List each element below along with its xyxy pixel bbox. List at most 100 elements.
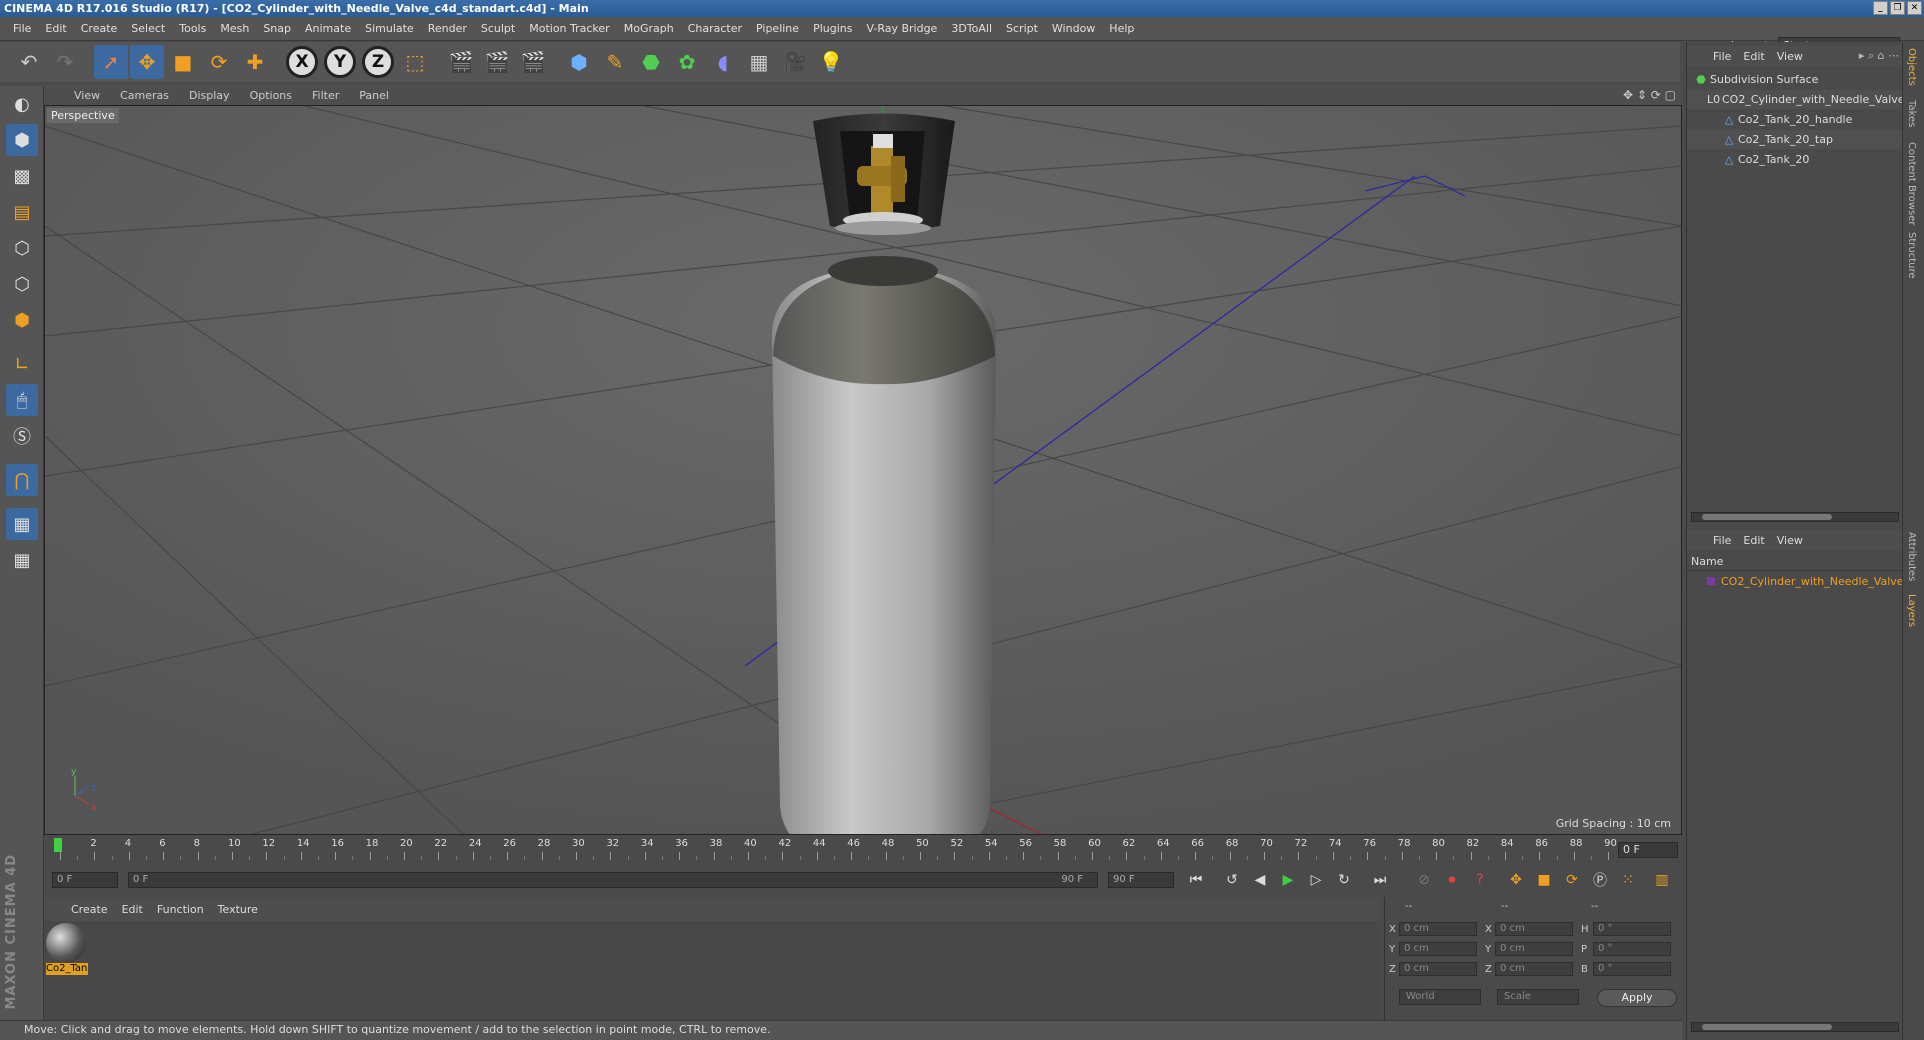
render-picture-viewer-button[interactable]: 🎬	[480, 45, 514, 79]
menu-tools[interactable]: Tools	[172, 22, 213, 35]
tab-takes[interactable]: Takes	[1906, 100, 1917, 127]
record-keys-disabled-button[interactable]: ⊘	[1412, 869, 1436, 891]
rotation-b-field[interactable]: 0 °	[1593, 962, 1671, 976]
coordinate-system-button[interactable]: ⬚	[398, 45, 432, 79]
viewport-menu-filter[interactable]: Filter	[302, 89, 349, 102]
material-swatch[interactable]: Co2_Tan	[46, 923, 88, 975]
tab-structure[interactable]: Structure	[1906, 232, 1917, 279]
menu-create[interactable]: Create	[74, 22, 125, 35]
viewport-nav-icons[interactable]: ✥ ⇕ ⟳ ▢	[1623, 88, 1676, 102]
autokeying-button[interactable]: ?	[1468, 869, 1492, 891]
timeline[interactable]: 0246810121416182022242628303234363840424…	[44, 836, 1682, 866]
menu-simulate[interactable]: Simulate	[358, 22, 421, 35]
position-z-field[interactable]: 0 cm	[1399, 962, 1477, 976]
viewport-menu-display[interactable]: Display	[179, 89, 240, 102]
material-menu-texture[interactable]: Texture	[211, 903, 265, 916]
viewport-menu-options[interactable]: Options	[240, 89, 302, 102]
move-tool-button[interactable]: ✥	[130, 45, 164, 79]
menu-edit[interactable]: Edit	[38, 22, 73, 35]
live-selection-button[interactable]: ➚	[94, 45, 128, 79]
menu-snap[interactable]: Snap	[256, 22, 298, 35]
layers-menu-file[interactable]: File	[1707, 534, 1737, 547]
render-view-button[interactable]: 🎬	[444, 45, 478, 79]
timeline-ruler[interactable]: 0246810121416182022242628303234363840424…	[54, 838, 1617, 864]
object-row-co2-cylinder[interactable]: L0 CO2_Cylinder_with_Needle_Valve	[1687, 90, 1905, 109]
tab-layers[interactable]: Layers	[1906, 594, 1917, 627]
close-button[interactable]: ✕	[1907, 1, 1922, 15]
model-mode-button[interactable]: ⬢	[6, 124, 38, 156]
size-y-field[interactable]: 0 cm	[1495, 942, 1573, 956]
workplane-lock-button[interactable]: ▦	[6, 508, 38, 540]
objects-toolbar-icons[interactable]: ▸ ⌕ ⌂ ⋯	[1859, 49, 1899, 63]
add-array-button[interactable]: ✿	[670, 45, 704, 79]
axis-mode-button[interactable]: ∟	[6, 348, 38, 380]
go-to-previous-frame-button[interactable]: ◀	[1248, 869, 1272, 891]
go-to-next-key-button[interactable]: ↻	[1332, 869, 1356, 891]
record-rotation-button[interactable]: ⟳	[1560, 869, 1584, 891]
position-y-field[interactable]: 0 cm	[1399, 942, 1477, 956]
objects-menu-view[interactable]: View	[1771, 50, 1809, 63]
render-settings-button[interactable]: 🎬	[516, 45, 550, 79]
minimize-button[interactable]: _	[1873, 1, 1888, 15]
menu-animate[interactable]: Animate	[298, 22, 358, 35]
undo-button[interactable]: ↶	[12, 45, 46, 79]
scrollbar-thumb[interactable]	[1702, 1024, 1832, 1030]
add-nurbs-button[interactable]: ⬣	[634, 45, 668, 79]
menu-window[interactable]: Window	[1045, 22, 1102, 35]
coordinate-mode-select[interactable]: World	[1399, 989, 1481, 1005]
apply-button[interactable]: Apply	[1597, 989, 1677, 1007]
menu-pipeline[interactable]: Pipeline	[749, 22, 806, 35]
objects-menu-edit[interactable]: Edit	[1737, 50, 1770, 63]
add-cube-button[interactable]: ⬢	[562, 45, 596, 79]
menu-mesh[interactable]: Mesh	[213, 22, 256, 35]
go-to-start-button[interactable]: ⏮	[1184, 869, 1208, 891]
add-deformer-button[interactable]: ◖	[706, 45, 740, 79]
timeline-window-button[interactable]: ▥	[1650, 869, 1674, 891]
record-pla-button[interactable]: ⁙	[1616, 869, 1640, 891]
y-axis-button[interactable]: Y	[324, 46, 356, 78]
material-menu-create[interactable]: Create	[64, 903, 115, 916]
go-to-previous-key-button[interactable]: ↺	[1220, 869, 1244, 891]
redo-button[interactable]: ↷	[48, 45, 82, 79]
menu-file[interactable]: File	[6, 22, 38, 35]
viewport-menu-cameras[interactable]: Cameras	[110, 89, 179, 102]
layers-menu-edit[interactable]: Edit	[1737, 534, 1770, 547]
menu-render[interactable]: Render	[421, 22, 474, 35]
timeline-playhead[interactable]	[54, 838, 62, 852]
material-menu-function[interactable]: Function	[150, 903, 211, 916]
frame-range-slider[interactable]: 0 F 90 F	[128, 872, 1098, 888]
texture-mode-button[interactable]: ▩	[6, 160, 38, 192]
menu-mograph[interactable]: MoGraph	[617, 22, 681, 35]
magnet-button[interactable]: ⋂	[6, 464, 38, 496]
add-camera-button[interactable]: 🎥	[778, 45, 812, 79]
viewport-menu-panel[interactable]: Panel	[349, 89, 399, 102]
add-spline-button[interactable]: ✎	[598, 45, 632, 79]
menu-vray-bridge[interactable]: V-Ray Bridge	[859, 22, 944, 35]
tab-objects[interactable]: Objects	[1906, 48, 1917, 86]
workplane-mode-button[interactable]: ▤	[6, 196, 38, 228]
size-x-field[interactable]: 0 cm	[1495, 922, 1573, 936]
menu-script[interactable]: Script	[999, 22, 1045, 35]
menu-help[interactable]: Help	[1102, 22, 1141, 35]
transform-tool-button[interactable]: ✚	[238, 45, 272, 79]
objects-menu-file[interactable]: File	[1707, 50, 1737, 63]
points-mode-button[interactable]: ⬡	[6, 232, 38, 264]
go-to-end-button[interactable]: ⏭	[1368, 869, 1392, 891]
object-row-tank-handle[interactable]: △ Co2_Tank_20_handle	[1687, 110, 1903, 129]
add-scene-button[interactable]: ▦	[742, 45, 776, 79]
start-frame-field[interactable]: 0 F	[52, 872, 118, 888]
end-frame-field[interactable]: 90 F	[1108, 872, 1174, 888]
tab-attributes[interactable]: Attributes	[1906, 532, 1917, 581]
viewport-menu-view[interactable]: View	[64, 89, 110, 102]
record-parameter-button[interactable]: Ⓟ	[1588, 869, 1612, 891]
scrollbar-thumb[interactable]	[1702, 514, 1832, 520]
objects-horizontal-scrollbar[interactable]	[1691, 512, 1899, 522]
layers-horizontal-scrollbar[interactable]	[1691, 1022, 1899, 1032]
layer-row[interactable]: CO2_Cylinder_with_Needle_Valve	[1687, 572, 1904, 591]
snap-button[interactable]: Ⓢ	[6, 420, 38, 452]
rotation-h-field[interactable]: 0 °	[1593, 922, 1671, 936]
play-forward-button[interactable]: ▶	[1276, 869, 1300, 891]
menu-character[interactable]: Character	[681, 22, 749, 35]
object-row-subdivision-surface[interactable]: ⬣ Subdivision Surface	[1687, 70, 1903, 89]
rotate-tool-button[interactable]: ⟳	[202, 45, 236, 79]
